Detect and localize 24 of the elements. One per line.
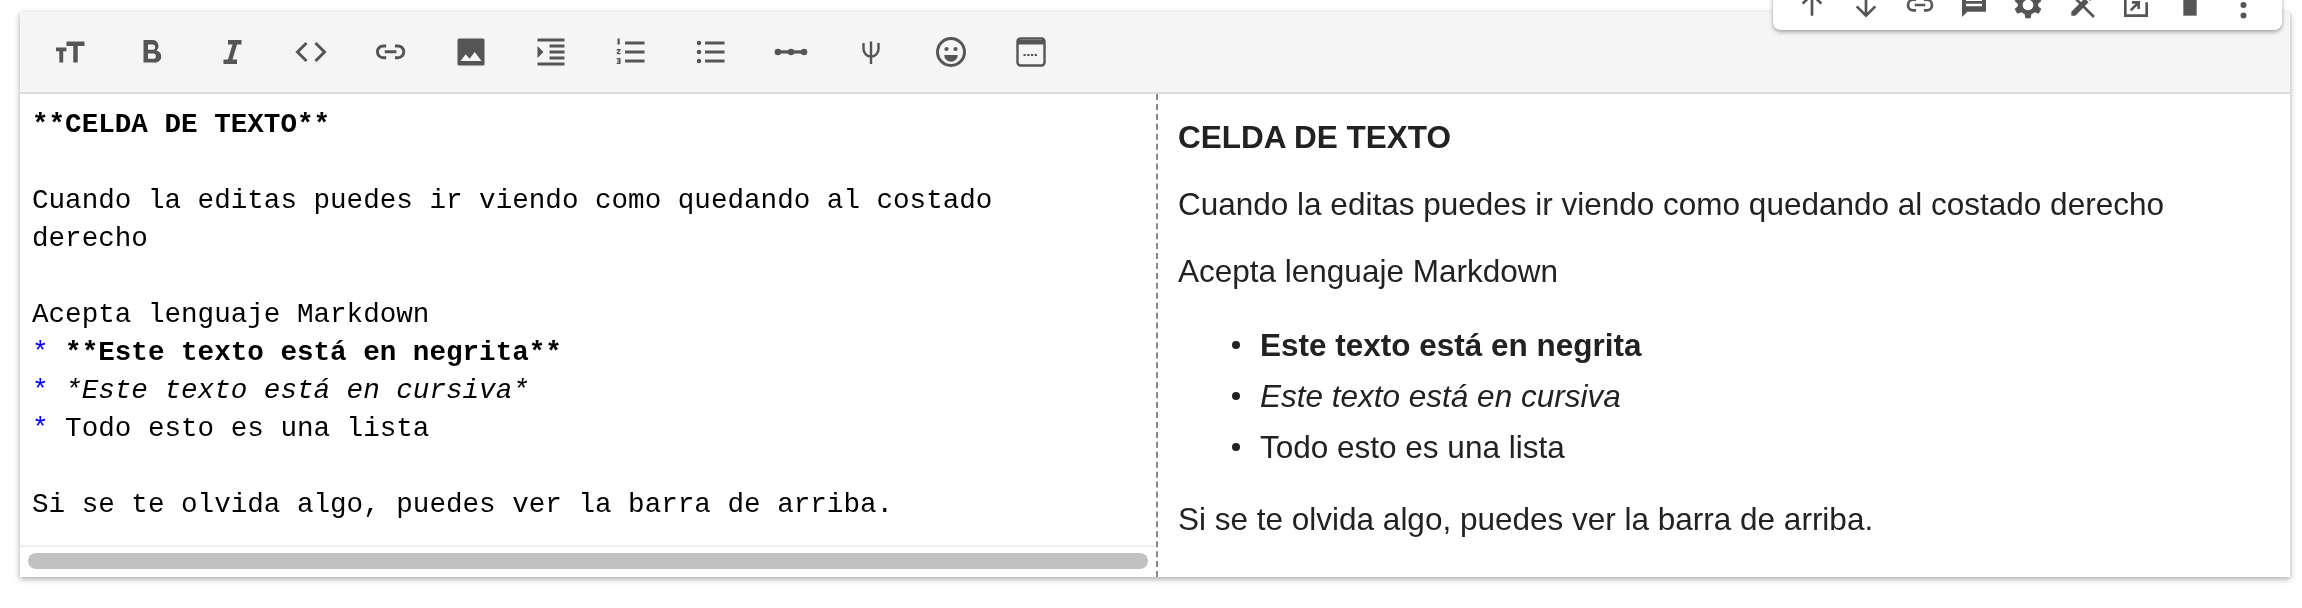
bullet-icon [1232, 340, 1240, 349]
list-item: Este texto está en negrita [1260, 325, 1642, 364]
list-marker: * [32, 337, 49, 368]
list-item: Todo esto es una lista [1260, 427, 1565, 466]
code-line: *Este texto está en cursiva* [65, 375, 529, 406]
preview-paragraph: Si se te olvida algo, puedes ver la barra de arriba. [1178, 500, 1875, 538]
markdown-editor[interactable] [20, 94, 1158, 577]
code-line: Si se te olvida algo, puedes ver la barra de arriba. [32, 488, 895, 522]
smiley-icon [933, 34, 969, 70]
bullet-icon [1232, 442, 1240, 451]
list-marker: * [32, 413, 49, 444]
window-icon [1013, 34, 1049, 70]
preview-paragraph: Cuando la editas puedes ir viendo como quedando al costado derecho [1178, 185, 2165, 223]
code-line: Todo esto es una lista [65, 413, 430, 444]
list-marker: * [32, 375, 49, 406]
preview-heading: CELDA DE TEXTO [1178, 118, 1453, 156]
list-item: Este texto está en cursiva [1260, 376, 1621, 415]
code-line: **CELDA DE TEXTO** [32, 108, 332, 142]
code-line: Cuando la editas puedes ir viendo como quedando al costado derecho [32, 184, 994, 256]
code-line: Acepta lenguaje Markdown [32, 298, 431, 332]
scrollbar-thumb[interactable] [28, 553, 1148, 569]
code-line: **Este texto está en negrita** [65, 337, 562, 368]
bullet-icon [1232, 391, 1240, 400]
preview-paragraph: Acepta lenguaje Markdown [1178, 252, 1559, 290]
